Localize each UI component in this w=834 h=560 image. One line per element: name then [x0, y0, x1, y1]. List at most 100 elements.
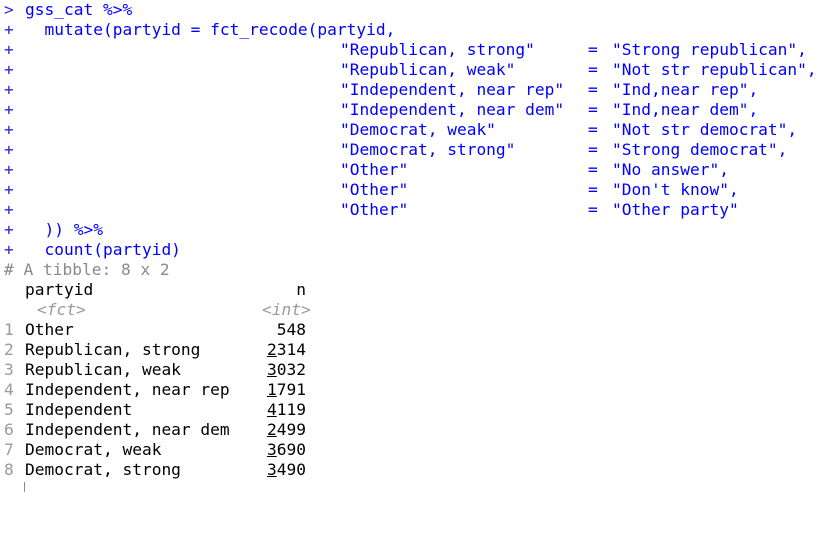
recode-equals: =: [588, 200, 598, 219]
row-n: 1791: [262, 380, 306, 400]
row-n: 3490: [262, 460, 306, 480]
recode-new-level: "Democrat, weak": [340, 120, 496, 139]
table-row: 7 Democrat, weak 3690: [0, 440, 834, 460]
recode-new-level: "Independent, near rep": [340, 80, 565, 99]
continuation-symbol: +: [4, 160, 14, 179]
console-line: + "Other" = "Don't know",: [0, 180, 834, 200]
recode-new-level: "Independent, near dem": [340, 100, 565, 119]
row-partyid: Independent, near rep: [25, 380, 230, 399]
recode-old-level: "Not str democrat",: [612, 120, 798, 139]
command-text: )) %>%: [25, 220, 103, 239]
row-partyid: Republican, strong: [25, 340, 201, 359]
continuation-symbol: +: [4, 180, 14, 199]
console-line: + count(partyid): [0, 240, 834, 260]
row-n-thousands-digit: 3: [267, 460, 277, 479]
row-index: 6: [4, 420, 14, 439]
row-n: 3032: [262, 360, 306, 380]
table-row: 6 Independent, near dem 2499: [0, 420, 834, 440]
row-index: 8: [4, 460, 14, 479]
recode-old-level: "Strong democrat",: [612, 140, 788, 159]
recode-old-level: "Not str republican",: [612, 60, 817, 79]
row-n-thousands-digit: 4: [267, 400, 277, 419]
row-n-remainder: 490: [276, 460, 306, 479]
recode-equals: =: [588, 160, 598, 179]
row-n-remainder: 119: [276, 400, 306, 419]
recode-new-level: "Republican, weak": [340, 60, 516, 79]
continuation-symbol: +: [4, 60, 14, 79]
continuation-symbol: +: [4, 20, 14, 39]
row-index: 7: [4, 440, 14, 459]
continuation-symbol: +: [4, 100, 14, 119]
row-n-thousands-digit: 2: [267, 340, 277, 359]
column-name-n: n: [296, 280, 306, 299]
row-n-remainder: 314: [276, 340, 306, 359]
continuation-symbol: +: [4, 40, 14, 59]
command-text: count(partyid): [25, 240, 181, 259]
row-n-thousands-digit: 1: [267, 380, 277, 399]
column-type-n: <int>: [262, 300, 311, 319]
console-line: + "Other" = "Other party": [0, 200, 834, 220]
row-index: 1: [4, 320, 14, 339]
recode-new-level: "Democrat, strong": [340, 140, 516, 159]
console-line: + "Independent, near rep" = "Ind,near re…: [0, 80, 834, 100]
row-partyid: Other: [25, 320, 74, 339]
console-line: > gss_cat %>%: [0, 0, 834, 20]
r-console[interactable]: > gss_cat %>% + mutate(partyid = fct_rec…: [0, 0, 834, 492]
row-n-thousands-digit: 3: [267, 360, 277, 379]
row-n-remainder: 499: [276, 420, 306, 439]
table-row: 1 Other 548: [0, 320, 834, 340]
continuation-symbol: +: [4, 240, 14, 259]
tibble-header: # A tibble: 8 x 2: [0, 260, 834, 280]
row-n-remainder: 690: [276, 440, 306, 459]
recode-equals: =: [588, 60, 598, 79]
recode-old-level: "Ind,near dem",: [612, 100, 759, 119]
console-line: + mutate(partyid = fct_recode(partyid,: [0, 20, 834, 40]
console-line: + "Democrat, weak" = "Not str democrat",: [0, 120, 834, 140]
table-row: 4 Independent, near rep 1791: [0, 380, 834, 400]
command-text: gss_cat %>%: [25, 0, 133, 19]
row-index: 4: [4, 380, 14, 399]
continuation-symbol: +: [4, 220, 14, 239]
row-n-thousands-digit: 3: [267, 440, 277, 459]
row-partyid: Democrat, weak: [25, 440, 162, 459]
tibble-description: # A tibble: 8 x 2: [4, 260, 170, 279]
row-n-thousands-digit: 2: [267, 420, 277, 439]
table-row: 2 Republican, strong 2314: [0, 340, 834, 360]
recode-equals: =: [588, 100, 598, 119]
recode-new-level: "Republican, strong": [340, 40, 535, 59]
console-line: + "Other" = "No answer",: [0, 160, 834, 180]
row-partyid: Independent, near dem: [25, 420, 230, 439]
row-index: 3: [4, 360, 14, 379]
recode-equals: =: [588, 180, 598, 199]
tibble-column-names: partyid n: [0, 280, 834, 300]
tibble-column-types: <fct> <int>: [0, 300, 834, 320]
row-partyid: Independent: [25, 400, 133, 419]
row-n: 2314: [262, 340, 306, 360]
continuation-symbol: +: [4, 200, 14, 219]
row-partyid: Republican, weak: [25, 360, 181, 379]
command-text: mutate(partyid = fct_recode(partyid,: [25, 20, 396, 39]
recode-equals: =: [588, 80, 598, 99]
console-line: + "Independent, near dem" = "Ind,near de…: [0, 100, 834, 120]
text-cursor: [24, 482, 25, 492]
console-line: + "Republican, strong" = "Strong republi…: [0, 40, 834, 60]
recode-old-level: "Strong republican",: [612, 40, 807, 59]
recode-equals: =: [588, 140, 598, 159]
continuation-symbol: +: [4, 120, 14, 139]
table-row: 5 Independent 4119: [0, 400, 834, 420]
recode-old-level: "Don't know",: [612, 180, 739, 199]
row-n-remainder: 791: [276, 380, 306, 399]
recode-old-level: "Ind,near rep",: [612, 80, 759, 99]
column-type-partyid: <fct>: [37, 300, 86, 319]
row-partyid: Democrat, strong: [25, 460, 181, 479]
recode-equals: =: [588, 120, 598, 139]
recode-old-level: "Other party": [612, 200, 739, 219]
table-row: 3 Republican, weak 3032: [0, 360, 834, 380]
continuation-symbol: +: [4, 140, 14, 159]
column-name-partyid: partyid: [25, 280, 94, 299]
continuation-symbol: +: [4, 80, 14, 99]
recode-equals: =: [588, 40, 598, 59]
row-n-remainder: 548: [276, 320, 306, 339]
table-row: 8 Democrat, strong 3490: [0, 460, 834, 480]
row-n-remainder: 032: [276, 360, 306, 379]
